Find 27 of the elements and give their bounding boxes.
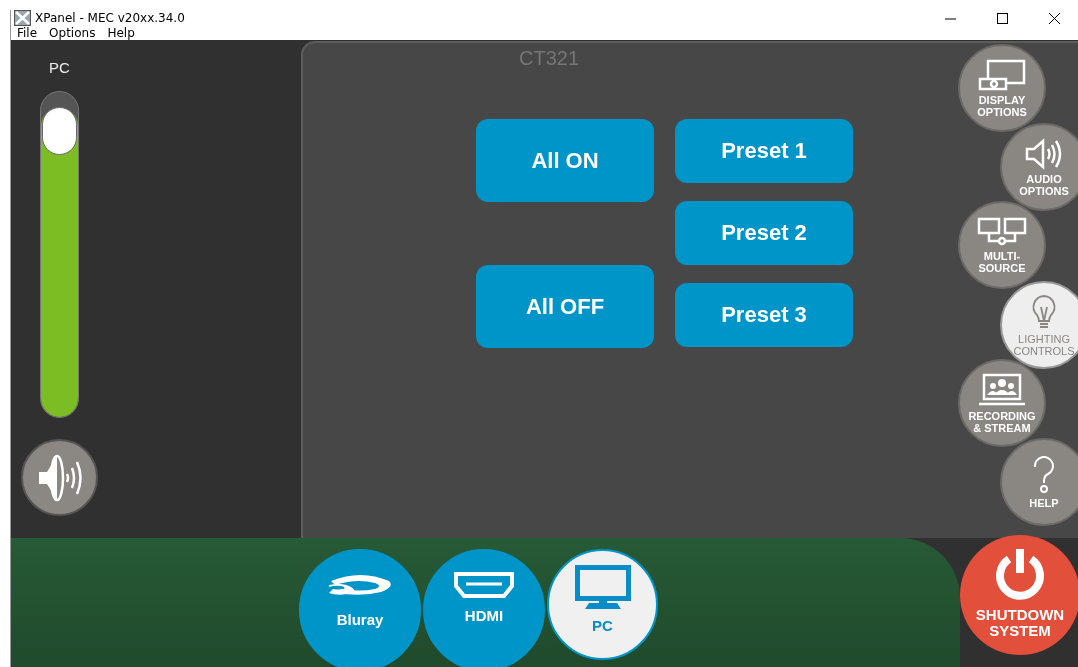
volume-label: PC bbox=[49, 59, 70, 76]
slider-thumb[interactable] bbox=[42, 106, 77, 155]
source-button[interactable]: Bluray bbox=[299, 549, 421, 667]
power-icon bbox=[993, 547, 1047, 601]
lightbulb-icon bbox=[1030, 293, 1058, 330]
source-button[interactable]: HDMI bbox=[423, 549, 545, 667]
question-mark-icon bbox=[1031, 455, 1057, 494]
power-button[interactable]: All OFF bbox=[476, 265, 654, 348]
menu-item[interactable]: File bbox=[17, 26, 38, 40]
close-icon[interactable] bbox=[1048, 12, 1060, 24]
laptop-people-icon bbox=[977, 372, 1027, 407]
menu-item[interactable]: Options bbox=[49, 26, 96, 40]
power-button[interactable]: All ON bbox=[476, 119, 654, 202]
preset-button[interactable]: Preset 2 bbox=[675, 201, 853, 265]
maximize-icon[interactable] bbox=[996, 12, 1008, 24]
monitor-icon bbox=[572, 563, 633, 609]
preset-button[interactable]: Preset 3 bbox=[675, 283, 853, 347]
hdmi-port-icon bbox=[453, 571, 515, 599]
preset-button[interactable]: Preset 1 bbox=[675, 119, 853, 183]
menu-item[interactable]: Help bbox=[107, 26, 135, 40]
shutdown-button[interactable]: SHUTDOWN SYSTEM bbox=[960, 535, 1078, 655]
display-icon bbox=[978, 58, 1026, 91]
window-title: XPanel - MEC v20xx.34.0 bbox=[35, 11, 186, 25]
speaker-icon bbox=[1024, 137, 1064, 170]
source-button[interactable]: PC bbox=[547, 549, 658, 660]
dual-monitor-icon bbox=[977, 216, 1027, 247]
volume-slider[interactable] bbox=[40, 91, 79, 418]
